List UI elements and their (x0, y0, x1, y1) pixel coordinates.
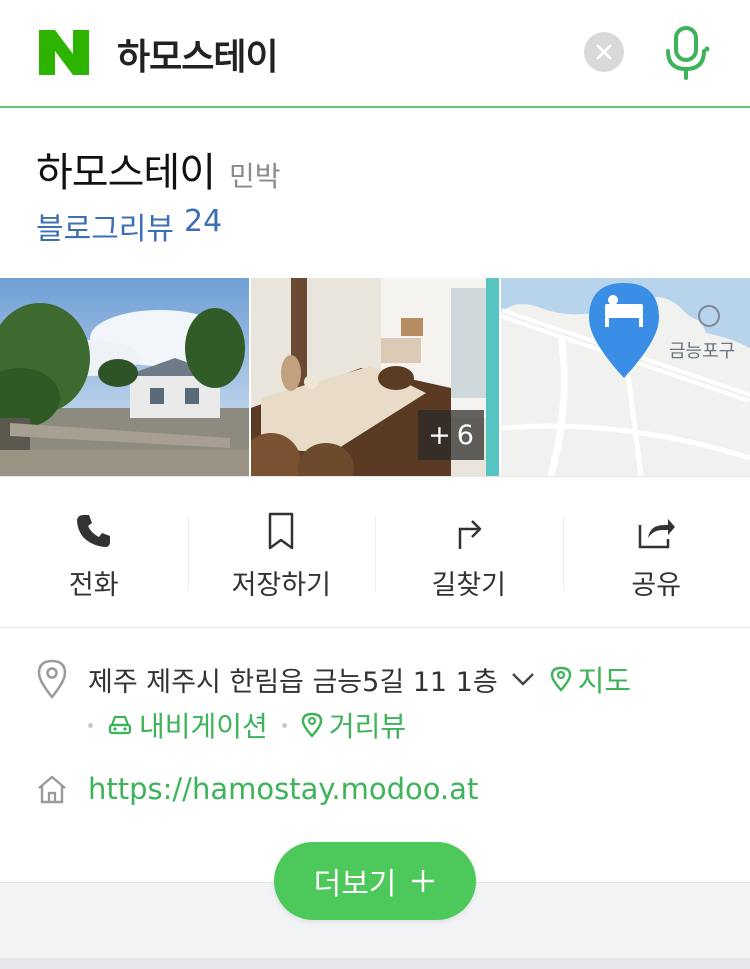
directions-icon (458, 520, 481, 549)
search-bar: 하모스테이 (0, 0, 750, 108)
photo-interior[interactable]: + 6 (251, 278, 499, 476)
directions-label: 길찾기 (431, 570, 507, 601)
place-category: 민박 (229, 160, 281, 193)
exterior-photo-image (0, 278, 249, 476)
clear-search-button[interactable] (584, 32, 624, 72)
more-button[interactable]: 더보기 (274, 842, 476, 920)
phone-icon (76, 515, 110, 547)
address-row: 제주 제주시 한림읍 금능5길 11 1층 지도 (36, 658, 736, 700)
photo-exterior[interactable] (0, 278, 249, 476)
car-icon (108, 715, 132, 735)
action-row: 전화 저장하기 길찾기 공유 (0, 476, 750, 628)
location-pin-icon (37, 659, 67, 699)
homepage-row: https://hamostay.modoo.at (36, 772, 478, 806)
naver-logo[interactable] (39, 30, 89, 75)
map-label: 지도 (577, 664, 632, 698)
directions-button[interactable]: 길찾기 (375, 477, 563, 627)
plus-icon (412, 870, 435, 892)
map-thumbnail-image: 금능포구 (501, 278, 750, 476)
more-button-label: 더보기 (313, 867, 397, 902)
chevron-down-icon[interactable] (510, 670, 536, 688)
separator-dot (281, 722, 287, 728)
homepage-link[interactable]: https://hamostay.modoo.at (88, 772, 478, 806)
call-button[interactable]: 전화 (0, 477, 188, 627)
close-icon (596, 44, 612, 60)
home-icon (38, 775, 66, 804)
share-icon (639, 519, 676, 549)
search-query[interactable]: 하모스테이 (117, 28, 279, 80)
address-text[interactable]: 제주 제주시 한림읍 금능5길 11 1층 (88, 660, 498, 699)
more-photos-plus: + (428, 419, 451, 451)
footer-divider (0, 958, 750, 969)
blog-review-count: 24 (184, 204, 223, 239)
map-link[interactable]: 지도 (550, 658, 631, 700)
map-place-label: 금능포구 (669, 341, 735, 361)
save-label: 저장하기 (231, 570, 331, 601)
share-button[interactable]: 공유 (562, 477, 750, 627)
navigation-label: 내비게이션 (139, 710, 268, 743)
map-pin-icon (550, 666, 571, 692)
call-label: 전화 (68, 570, 119, 601)
microphone-icon[interactable] (662, 25, 710, 81)
save-button[interactable]: 저장하기 (187, 477, 376, 627)
street-view-link[interactable]: 거리뷰 (301, 705, 406, 745)
photo-strip: + 6 금능포구 (0, 278, 750, 476)
share-label: 공유 (631, 570, 682, 601)
place-title: 하모스테이 민박 (36, 140, 281, 198)
more-photos-badge[interactable]: + 6 (418, 410, 484, 460)
street-view-pin-icon (301, 712, 323, 738)
street-view-label: 거리뷰 (328, 710, 407, 743)
blog-review-link[interactable]: 블로그리뷰 24 (36, 204, 222, 248)
separator-dot (88, 722, 93, 728)
place-name: 하모스테이 (36, 150, 216, 196)
navigation-link[interactable]: 내비게이션 (107, 705, 268, 745)
more-photos-count: 6 (456, 419, 474, 451)
blog-review-label: 블로그리뷰 (36, 212, 174, 247)
sub-links: 내비게이션 거리뷰 (88, 705, 420, 745)
bookmark-icon (269, 512, 294, 550)
map-thumbnail[interactable]: 금능포구 (501, 278, 750, 476)
